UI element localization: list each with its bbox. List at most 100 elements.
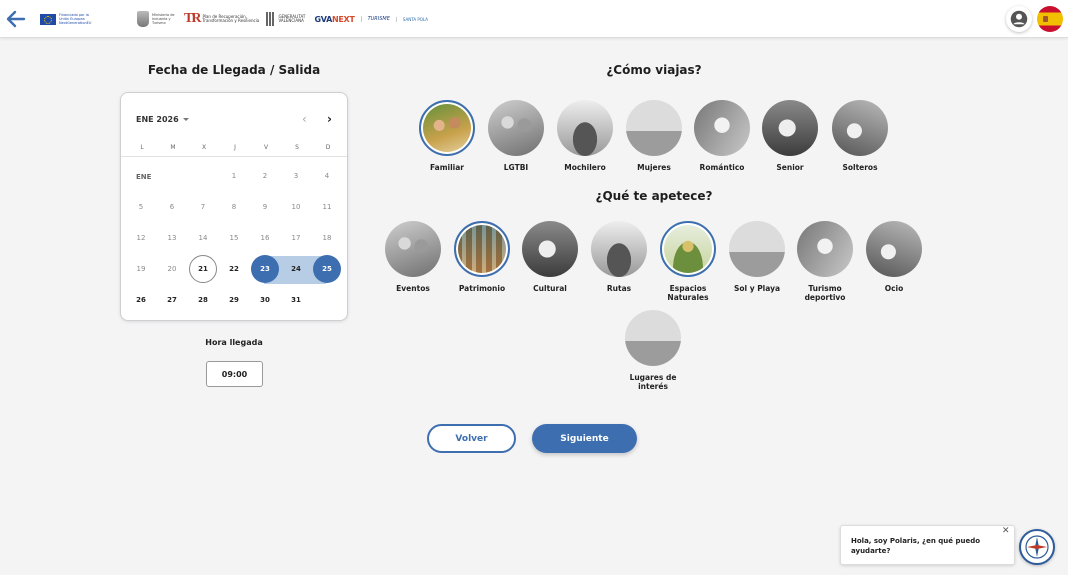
language-spain-flag-icon[interactable] [1037, 6, 1063, 32]
ministerio-logo-text: Ministerio de Industria y Turismo [152, 13, 175, 25]
travel-option-label: Mujeres [637, 163, 671, 172]
interests-option[interactable]: Lugares de interés [618, 310, 688, 391]
calendar-day[interactable]: 6 [158, 193, 186, 221]
interests-option-photo [729, 221, 785, 277]
calendar-day[interactable]: 11 [313, 193, 341, 221]
weekday-label: M [170, 144, 176, 151]
interests-option-photo [385, 221, 441, 277]
travel-option[interactable]: Senior [755, 100, 825, 172]
travel-option[interactable]: Familiar [412, 100, 482, 172]
next-button[interactable]: Siguiente [532, 424, 637, 453]
calendar-day[interactable]: 12 [127, 224, 155, 252]
interests-option-label: Eventos [396, 284, 430, 293]
travel-option-label: Senior [776, 163, 804, 172]
calendar-day[interactable]: 22 [220, 255, 248, 283]
calendar-day[interactable]: 27 [158, 286, 186, 314]
interests-option-photo [660, 221, 716, 277]
calendar-day[interactable]: 30 [251, 286, 279, 314]
calendar-day[interactable]: 4 [313, 162, 341, 190]
calendar-day[interactable]: 2 [251, 162, 279, 190]
back-arrow-icon[interactable] [4, 7, 28, 31]
calendar-day[interactable]: 1 [220, 162, 248, 190]
eu-flag-icon [40, 13, 56, 25]
next-month-chevron-icon[interactable]: › [327, 112, 332, 126]
interests-option[interactable]: Patrimonio [447, 221, 517, 293]
travel-option-photo [762, 100, 818, 156]
calendar-day[interactable]: 3 [282, 162, 310, 190]
travel-option-photo [626, 100, 682, 156]
interests-option-label: Sol y Playa [733, 284, 781, 293]
calendar-day[interactable]: 15 [220, 224, 248, 252]
recovery-plan-text: Plan de Recuperación, Transformación y R… [202, 13, 260, 23]
calendar-day[interactable]: 24 [282, 255, 310, 283]
interests-option-label: Ocio [884, 284, 904, 293]
weekday-label: J [234, 144, 236, 151]
arrival-time-label: Hora llegada [205, 338, 263, 347]
user-icon [1010, 10, 1028, 28]
calendar-day[interactable]: 19 [127, 255, 155, 283]
interests-option-label: Patrimonio [458, 284, 506, 293]
interests-option-label: Rutas [606, 284, 632, 293]
travel-option-photo [488, 100, 544, 156]
travel-option-label: Solteros [842, 163, 878, 172]
generalitat-mark-icon [266, 12, 276, 26]
prev-month-chevron-icon[interactable]: ‹ [302, 112, 307, 126]
travel-option[interactable]: Romántico [687, 100, 757, 172]
chat-bubble: Hola, soy Polaris, ¿en qué puedo ayudart… [840, 525, 1015, 565]
calendar-day[interactable]: 16 [251, 224, 279, 252]
calendar-day[interactable]: 26 [127, 286, 155, 314]
calendar-day[interactable]: 9 [251, 193, 279, 221]
calendar-day[interactable]: 20 [158, 255, 186, 283]
interests-option-photo [866, 221, 922, 277]
polaris-chat-button[interactable] [1019, 529, 1055, 565]
interests-option[interactable]: Sol y Playa [722, 221, 792, 293]
calendar-day[interactable]: 18 [313, 224, 341, 252]
travel-option[interactable]: Solteros [825, 100, 895, 172]
travel-option-label: Mochilero [564, 163, 606, 172]
dates-title: Fecha de Llegada / Salida [147, 63, 321, 77]
month-row-label: ENE [136, 173, 152, 181]
calendar-day[interactable]: 31 [282, 286, 310, 314]
santa-pola-logo: SANTA POLA [395, 16, 428, 22]
turisme-logo: TURISME [360, 16, 390, 22]
calendar-divider [121, 156, 347, 157]
calendar-day[interactable]: 28 [189, 286, 217, 314]
eu-logo-text: Financiado por la Unión Europea NextGene… [59, 13, 92, 25]
travel-option[interactable]: Mujeres [619, 100, 689, 172]
calendar-day[interactable]: 13 [158, 224, 186, 252]
sponsor-logos: Financiado por la Unión Europea NextGene… [40, 9, 428, 29]
weekday-label: X [201, 144, 207, 151]
interests-option-photo [591, 221, 647, 277]
month-selector[interactable]: ENE 2026 [136, 115, 189, 124]
calendar-day[interactable]: 21 [189, 255, 217, 283]
gvanext-logo: GVANEXT [314, 14, 355, 24]
spain-crest-icon [137, 11, 149, 27]
interests-option[interactable]: Rutas [584, 221, 654, 293]
interests-option-photo [797, 221, 853, 277]
top-header: Financiado por la Unión Europea NextGene… [0, 0, 1068, 38]
calendar-day[interactable]: 10 [282, 193, 310, 221]
interests-option[interactable]: Turismo deportivo [790, 221, 860, 302]
calendar-day[interactable]: 23 [251, 255, 279, 283]
user-account-button[interactable] [1006, 6, 1032, 32]
calendar-day[interactable]: 29 [220, 286, 248, 314]
interests-option[interactable]: Cultural [515, 221, 585, 293]
calendar-day[interactable]: 25 [313, 255, 341, 283]
travel-option[interactable]: Mochilero [550, 100, 620, 172]
chat-close-icon[interactable]: ✕ [1002, 526, 1010, 536]
travel-option[interactable]: LGTBI [481, 100, 551, 172]
calendar-day[interactable]: 7 [189, 193, 217, 221]
interests-option-photo [522, 221, 578, 277]
interests-option[interactable]: Eventos [378, 221, 448, 293]
calendar-day[interactable]: 17 [282, 224, 310, 252]
calendar-day[interactable]: 14 [189, 224, 217, 252]
interests-option[interactable]: Espacios Naturales [653, 221, 723, 302]
calendar-day[interactable]: 8 [220, 193, 248, 221]
interests-option[interactable]: Ocio [859, 221, 929, 293]
arrival-time-input[interactable] [206, 361, 263, 387]
travel-option-photo [557, 100, 613, 156]
calendar-day[interactable]: 5 [127, 193, 155, 221]
travel-option-photo [832, 100, 888, 156]
back-button[interactable]: Volver [427, 424, 516, 453]
weekday-label: V [263, 144, 269, 151]
